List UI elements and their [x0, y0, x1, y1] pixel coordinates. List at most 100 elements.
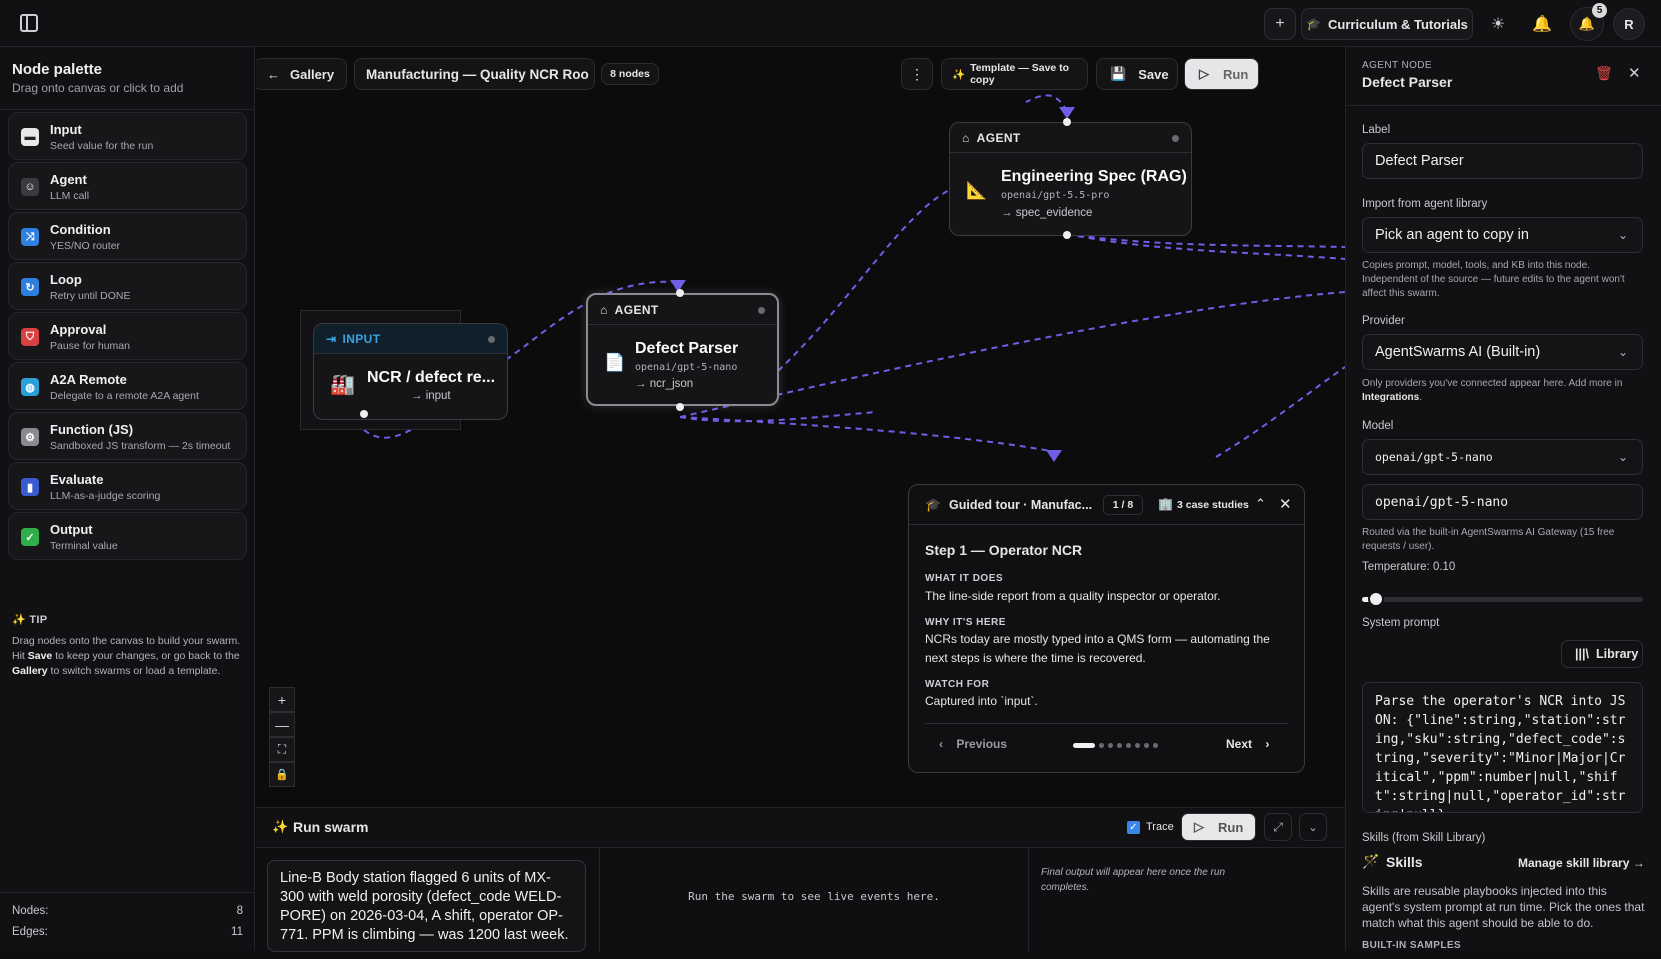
play-icon: ▷: [1194, 819, 1204, 834]
spec-handle[interactable]: [1063, 231, 1071, 239]
collapse-icon[interactable]: ⌃: [1255, 496, 1266, 512]
tour-step-title: Step 1 — Operator NCR: [925, 542, 1083, 558]
trace-checkbox[interactable]: ✓: [1127, 821, 1140, 834]
palette-item-function-js[interactable]: ⚙ Function (JS) Sandboxed JS transform — 2…: [8, 412, 247, 460]
notification-count-badge: 5: [1592, 3, 1607, 18]
tour-dot[interactable]: [1073, 743, 1095, 748]
temperature-thumb[interactable]: [1368, 591, 1384, 607]
import-agent-select[interactable]: Pick an agent to copy in ⌄: [1362, 217, 1643, 253]
graduation-cap-icon: 🎓: [925, 497, 942, 512]
system-prompt-textarea[interactable]: Parse the operator's NCR into JSON: {"li…: [1362, 682, 1643, 813]
stat-nodes: Nodes: 8: [12, 905, 243, 917]
run-label: Run: [1223, 66, 1249, 82]
close-icon[interactable]: ✕: [1279, 495, 1292, 513]
building-icon: 🏢: [1158, 497, 1173, 511]
palette-item-output[interactable]: ✓ Output Terminal value: [8, 512, 247, 560]
edge-defect-right: [679, 291, 1345, 418]
palette-divider: [0, 109, 255, 110]
provider-select[interactable]: AgentSwarms AI (Built-in) ⌄: [1362, 334, 1643, 370]
zoom-out-button[interactable]: —: [269, 712, 295, 737]
tour-dot[interactable]: [1117, 743, 1122, 748]
palette-item-agent[interactable]: ☺ Agent LLM call: [8, 162, 247, 210]
gallery-button[interactable]: ← Gallery: [256, 58, 347, 90]
swarm-name-input[interactable]: Manufacturing — Quality NCR Roo: [354, 58, 595, 90]
curriculum-label: Curriculum & Tutorials: [1328, 16, 1468, 32]
run-label: Run: [1218, 819, 1244, 835]
bar-chart-icon: ▮: [21, 478, 39, 496]
case-studies-link[interactable]: 3 case studies: [1177, 499, 1249, 511]
palette-item-condition[interactable]: ⤨ Condition YES/NO router: [8, 212, 247, 260]
robot-icon: ⌂: [600, 302, 608, 317]
run-button[interactable]: ▷ Run: [1184, 58, 1259, 90]
trash-icon[interactable]: 🗑: [1595, 65, 1613, 82]
palette-item-input[interactable]: ▬ Input Seed value for the run: [8, 112, 247, 160]
palette-item-approval[interactable]: ⛉ Approval Pause for human: [8, 312, 247, 360]
node-defect-parser[interactable]: ⌂ AGENT 📄 Defect Parser openai/gpt-5-nano…: [586, 293, 779, 406]
manage-skills-link[interactable]: Manage skill library →: [1518, 856, 1645, 870]
palette-item-evaluate[interactable]: ▮ Evaluate LLM-as-a-judge scoring: [8, 462, 247, 510]
tour-dot[interactable]: [1153, 743, 1158, 748]
tour-dot[interactable]: [1126, 743, 1131, 748]
tip-heading: TIP: [29, 614, 48, 626]
library-button[interactable]: |||\ Library: [1561, 640, 1643, 668]
skills-caption: Skills (from Skill Library): [1362, 832, 1486, 844]
tour-dot[interactable]: [1144, 743, 1149, 748]
model-input[interactable]: openai/gpt-5-nano: [1362, 484, 1643, 520]
bell-icon[interactable]: 🔔: [1530, 12, 1554, 36]
tour-progress: 1 / 8: [1103, 495, 1143, 515]
palette-item-desc: Sandboxed JS transform — 2s timeout: [50, 440, 231, 452]
palette-item-label: A2A Remote: [50, 372, 127, 387]
temperature-slider[interactable]: [1362, 591, 1643, 607]
tour-dot[interactable]: [1135, 743, 1140, 748]
node-engineering-spec[interactable]: ⌂ AGENT 📐 Engineering Spec (RAG) openai/g…: [949, 122, 1192, 236]
tour-dot[interactable]: [1099, 743, 1104, 748]
arrow-left-icon: ←: [267, 66, 280, 82]
input-handle[interactable]: [360, 410, 368, 418]
palette-item-a2a-remote[interactable]: ◍ A2A Remote Delegate to a remote A2A agen…: [8, 362, 247, 410]
theme-toggle-icon[interactable]: ☀: [1486, 12, 1510, 36]
sidebar-toggle-icon[interactable]: [20, 14, 38, 32]
template-label: Template — Save to copy: [970, 62, 1070, 86]
defect-handle[interactable]: [676, 403, 684, 411]
fit-view-button[interactable]: ⛶: [269, 737, 295, 762]
run-swarm-button[interactable]: ▷ Run: [1181, 813, 1256, 841]
user-avatar[interactable]: R: [1613, 8, 1645, 40]
add-button[interactable]: +: [1264, 8, 1296, 40]
stat-edges: Edges: 11: [12, 926, 243, 938]
why-text: NCRs today are mostly typed into a QMS f…: [925, 632, 1270, 665]
palette-item-loop[interactable]: ↻ Loop Retry until DONE: [8, 262, 247, 310]
node-palette: Node palette Drag onto canvas or click t…: [0, 47, 255, 951]
next-button[interactable]: Next ›: [1226, 737, 1269, 751]
palette-item-desc: Delegate to a remote A2A agent: [50, 390, 199, 402]
expand-icon[interactable]: ⤢: [1264, 813, 1292, 841]
palette-item-desc: LLM call: [50, 190, 90, 202]
lock-button[interactable]: 🔒: [269, 762, 295, 787]
label-input[interactable]: Defect Parser: [1362, 143, 1643, 179]
defect-handle-top[interactable]: [676, 289, 684, 297]
node-count-badge: 8 nodes: [601, 63, 659, 85]
run-input-textarea[interactable]: Line-B Body station flagged 6 units of M…: [267, 860, 586, 952]
integrations-link[interactable]: Integrations: [1362, 392, 1419, 403]
palette-item-desc: YES/NO router: [50, 240, 121, 252]
model-select[interactable]: openai/gpt-5-nano ⌄: [1362, 439, 1643, 475]
spec-handle-top[interactable]: [1063, 118, 1071, 126]
palette-item-desc: LLM-as-a-judge scoring: [50, 490, 161, 502]
save-button[interactable]: 💾 Save: [1096, 58, 1178, 90]
chevron-down-icon[interactable]: ⌄: [1299, 813, 1327, 841]
check-icon: ✓: [21, 528, 39, 546]
sparkle-icon: ✨: [12, 614, 26, 626]
gallery-label: Gallery: [290, 66, 335, 82]
arrow-tour: [1046, 450, 1062, 462]
more-menu-button[interactable]: ⋮: [901, 58, 933, 90]
zoom-in-button[interactable]: +: [269, 687, 295, 712]
node-input[interactable]: ⇥ INPUT 🏭 NCR / defect re... → input: [313, 323, 508, 420]
tour-dot[interactable]: [1108, 743, 1113, 748]
node-title: NCR / defect re...: [367, 369, 496, 386]
sparkle-icon: ✨: [272, 819, 289, 834]
close-icon[interactable]: ✕: [1628, 64, 1641, 82]
curriculum-button[interactable]: 🎓 Curriculum & Tutorials: [1301, 8, 1473, 40]
notifications-button[interactable]: 🔔 5: [1570, 3, 1607, 41]
status-dot: [1172, 135, 1179, 142]
graduation-cap-icon: 🎓: [1306, 17, 1322, 31]
previous-button[interactable]: ‹ Previous: [939, 737, 1007, 751]
